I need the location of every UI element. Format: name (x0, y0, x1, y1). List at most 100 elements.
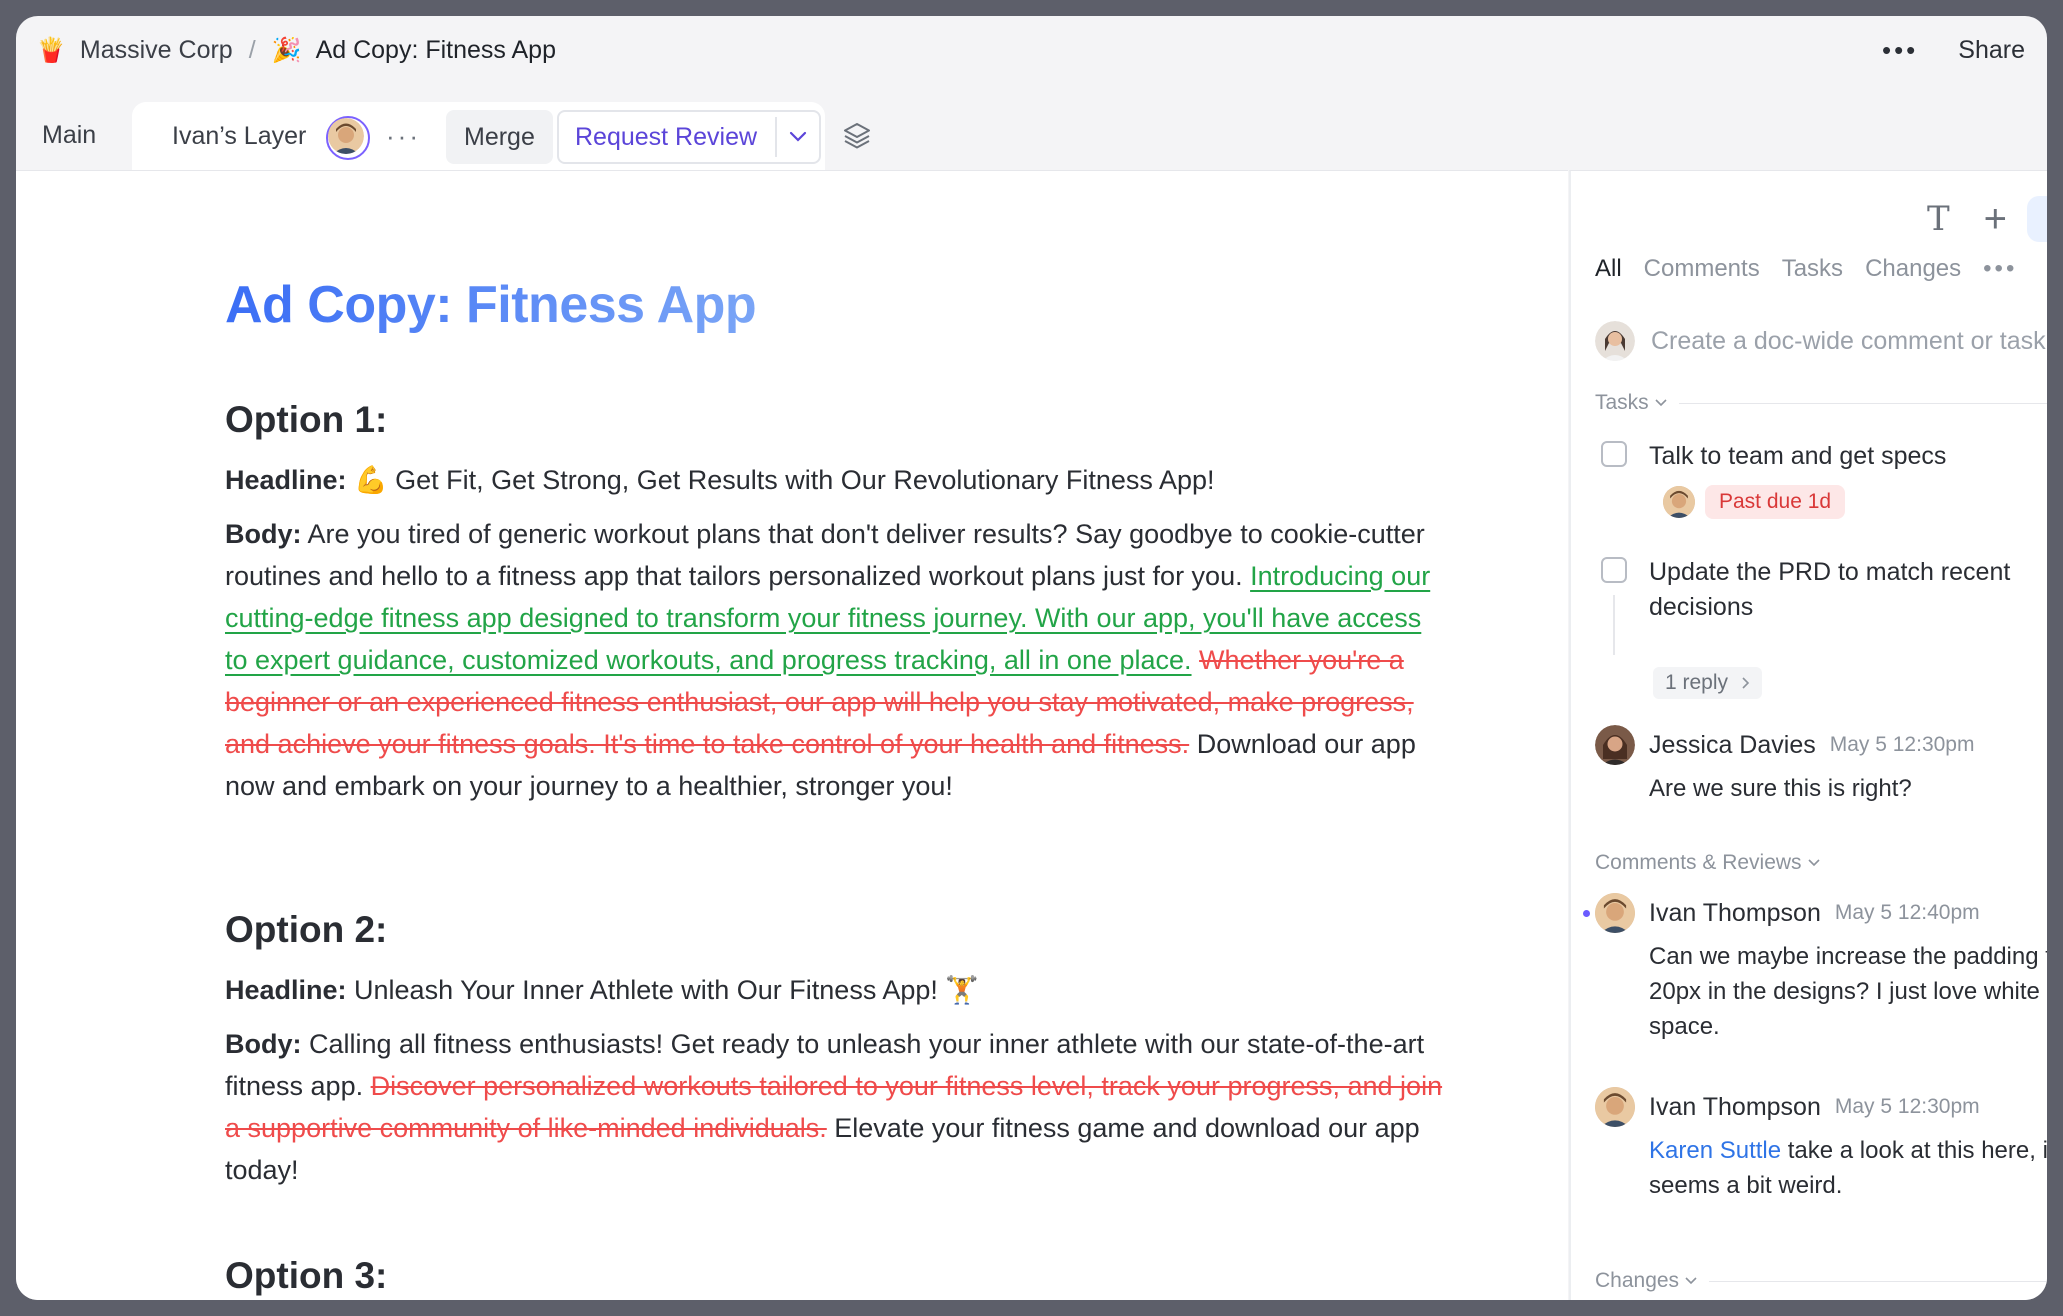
layer-owner-avatar (326, 116, 370, 160)
panel-toolbar: T + (1927, 189, 2047, 249)
option-1-heading: Option 1: (225, 399, 388, 440)
tab-comments[interactable]: Comments (1644, 255, 1760, 283)
assignee-avatar (1663, 486, 1695, 518)
task-checkbox[interactable] (1601, 557, 1627, 583)
headline-label: Headline: (225, 465, 347, 495)
comment-header: Jessica Davies May 5 12:30pm (1595, 725, 2047, 765)
commenter-avatar (1595, 1087, 1635, 1127)
task-item: Talk to team and get specs (1601, 439, 2047, 474)
comment-mode-icon[interactable] (2027, 196, 2047, 242)
chevron-down-icon (1655, 399, 1667, 407)
body-space (1192, 645, 1200, 675)
tab-layer-label: Ivan’s Layer (172, 121, 307, 150)
breadcrumb: 🍟 Massive Corp / 🎉 Ad Copy: Fitness App (36, 16, 556, 84)
option-1-section: Option 1: Headline: 💪 Get Fit, Get Stron… (225, 399, 1445, 819)
chevron-down-icon[interactable] (777, 131, 819, 143)
comment-header: Ivan Thompson May 5 12:30pm (1595, 1087, 2047, 1127)
commenter-name: Ivan Thompson (1649, 1092, 1821, 1121)
tab-main[interactable]: Main (42, 102, 96, 168)
task-item: Update the PRD to match recent decisions (1601, 555, 2047, 625)
body-label: Body: (225, 1029, 302, 1059)
task-text[interactable]: Update the PRD to match recent decisions (1649, 555, 2047, 625)
divider (1709, 1280, 2047, 1282)
tab-changes[interactable]: Changes (1865, 255, 1961, 283)
panel-tabs: All Comments Tasks Changes ••• (1595, 255, 2039, 283)
option-3-heading: Option 3: (225, 1255, 388, 1296)
headline-text: 💪 Get Fit, Get Strong, Get Results with … (346, 465, 1215, 495)
top-actions: ••• Share (1882, 16, 2025, 84)
option-2-headline: Headline: Unleash Your Inner Athlete wit… (225, 969, 1445, 1011)
commenter-avatar (1595, 725, 1635, 765)
changes-section-label[interactable]: Changes (1595, 1269, 2047, 1293)
tasks-label: Tasks (1595, 391, 1649, 414)
option-1-headline: Headline: 💪 Get Fit, Get Strong, Get Res… (225, 459, 1445, 501)
option-1-body: Body: Are you tired of generic workout p… (225, 513, 1445, 807)
comment-body: Karen Suttle take a look at this here, i… (1649, 1133, 2047, 1203)
comment-line: Can we maybe increase the padding to (1649, 943, 2047, 970)
request-review-label: Request Review (575, 122, 758, 151)
comment-line: seems a bit weird. (1649, 1172, 1843, 1199)
layer-tabs: Main Ivan’s Layer ··· Merge Request Revi… (16, 84, 2047, 170)
comment-line: 20px in the designs? I just love white (1649, 978, 2040, 1005)
page-title: Ad Copy: Fitness App (225, 276, 757, 334)
current-user-avatar (1595, 321, 1635, 361)
comment-body: Can we maybe increase the padding to 20p… (1649, 939, 2047, 1044)
comment-line: Karen Suttle take a look at this here, i… (1649, 1133, 2047, 1168)
option-2-section: Option 2: Headline: Unleash Your Inner A… (225, 909, 1445, 1203)
breadcrumb-workspace[interactable]: Massive Corp (80, 36, 233, 65)
tab-all[interactable]: All (1595, 255, 1622, 283)
merge-button[interactable]: Merge (446, 110, 553, 164)
doc-comment-input[interactable]: Create a doc-wide comment or task (1595, 321, 2046, 361)
commenter-name: Ivan Thompson (1649, 898, 1821, 927)
thread-line (1613, 595, 1615, 655)
more-options-button[interactable]: ••• (1882, 35, 1918, 66)
comment-header: Ivan Thompson May 5 12:40pm (1595, 893, 2047, 933)
changes-label: Changes (1595, 1269, 1680, 1292)
chevron-down-icon (1685, 1277, 1697, 1285)
panel-more-button[interactable]: ••• (1983, 255, 2017, 283)
task-text[interactable]: Talk to team and get specs (1649, 439, 2047, 474)
reply-count: 1 reply (1665, 671, 1729, 694)
past-due-badge: Past due 1d (1705, 485, 1846, 519)
plus-icon[interactable]: + (1984, 197, 2007, 242)
tab-ivans-layer[interactable]: Ivan’s Layer ··· Merge Request Review (132, 102, 825, 170)
divider (1678, 402, 2047, 404)
comment-body: Are we sure this is right? (1649, 775, 1912, 802)
chevron-right-icon (1742, 677, 1750, 689)
option-2-body: Body: Calling all fitness enthusiasts! G… (225, 1023, 1445, 1191)
comment-time: May 5 12:30pm (1829, 733, 1975, 756)
commenter-name: Jessica Davies (1649, 730, 1816, 759)
request-review-button[interactable]: Request Review (557, 110, 821, 164)
comments-section-label[interactable]: Comments & Reviews (1595, 851, 2047, 875)
layer-more-button[interactable]: ··· (386, 102, 421, 170)
layers-icon[interactable] (842, 121, 872, 156)
breadcrumb-separator: / (248, 35, 256, 64)
comment-text: take a look at this here, it (1781, 1137, 2047, 1164)
tab-tasks[interactable]: Tasks (1782, 255, 1843, 283)
comment-item[interactable]: Ivan Thompson May 5 12:40pm Can we maybe… (1595, 893, 2047, 1044)
reply-count-button[interactable]: 1 reply (1653, 667, 1762, 699)
commenter-avatar (1595, 893, 1635, 933)
comments-panel: T + All Comments Tasks Changes ••• Creat… (1569, 170, 2047, 1300)
tasks-section-label[interactable]: Tasks (1595, 391, 2047, 415)
comment-item[interactable]: Ivan Thompson May 5 12:30pm Karen Suttle… (1595, 1087, 2047, 1203)
comment-time: May 5 12:30pm (1834, 1095, 1980, 1118)
text-format-icon[interactable]: T (1927, 199, 1950, 239)
party-popper-icon: 🎉 (271, 36, 302, 64)
share-button[interactable]: Share (1958, 36, 2025, 65)
comment-time: May 5 12:40pm (1834, 901, 1980, 924)
user-mention[interactable]: Karen Suttle (1649, 1137, 1781, 1164)
app-window: 🍟 Massive Corp / 🎉 Ad Copy: Fitness App … (16, 16, 2047, 1300)
body-text: Are you tired of generic workout plans t… (225, 519, 1425, 591)
headline-label: Headline: (225, 975, 347, 1005)
headline-text: Unleash Your Inner Athlete with Our Fitn… (346, 975, 980, 1005)
doc-comment-placeholder: Create a doc-wide comment or task (1651, 326, 2046, 355)
option-2-heading: Option 2: (225, 909, 388, 950)
option-3-section: Option 3: (225, 1255, 1445, 1300)
breadcrumb-document[interactable]: Ad Copy: Fitness App (316, 36, 556, 65)
document-editor[interactable]: Ad Copy: Fitness App Option 1: Headline:… (16, 170, 1568, 1300)
task-checkbox[interactable] (1601, 441, 1627, 467)
chevron-down-icon (1807, 859, 1820, 867)
unread-indicator (1583, 910, 1590, 917)
task-comment[interactable]: Jessica Davies May 5 12:30pm Are we sure… (1595, 725, 2047, 806)
